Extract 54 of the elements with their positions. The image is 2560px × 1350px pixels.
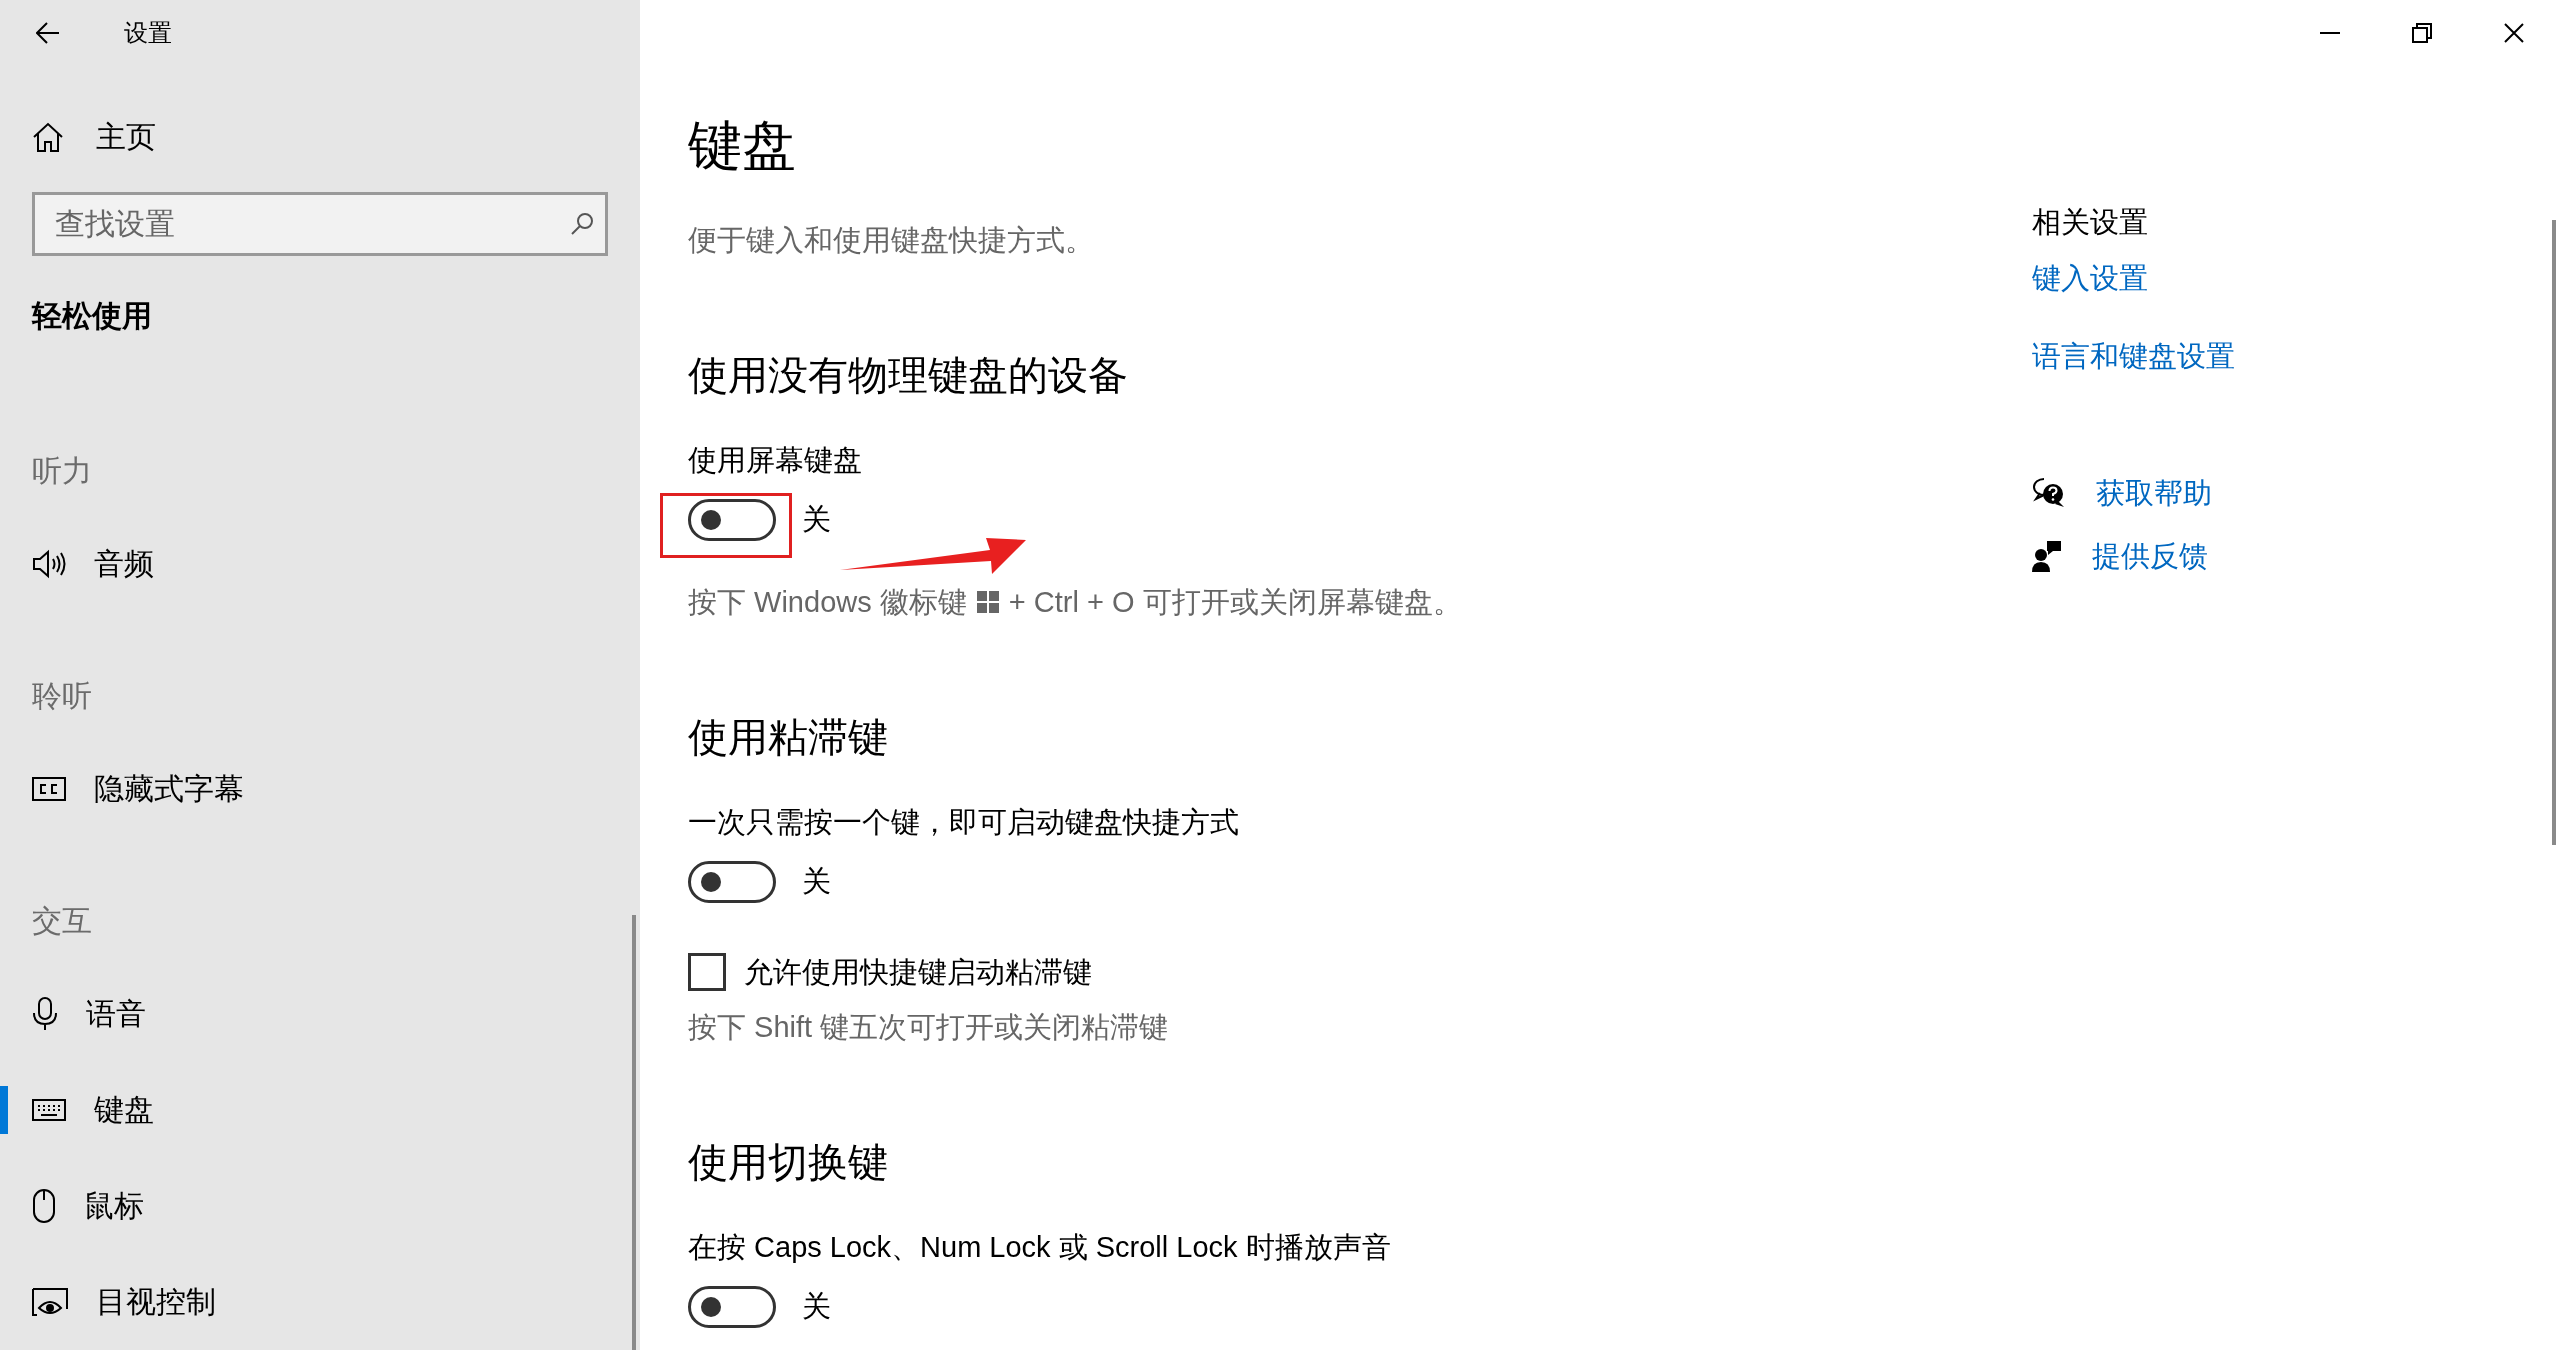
- toggle-switch[interactable]: [688, 1286, 776, 1328]
- setting-label: 使用屏幕键盘: [688, 443, 862, 478]
- settings-link[interactable]: 语言和键盘设置: [2032, 336, 2235, 376]
- restore-icon: [2412, 22, 2432, 43]
- search-field[interactable]: 查找设置: [32, 192, 608, 256]
- nav-item[interactable]: 音频: [0, 516, 632, 612]
- page-description: 便于键入和使用键盘快捷方式。: [688, 223, 1094, 258]
- settings-link[interactable]: 键入设置: [2032, 258, 2148, 298]
- nav-item[interactable]: 目视控制: [0, 1254, 632, 1350]
- hint-text: + Ctrl + O 可打开或关闭屏幕键盘。: [1008, 585, 1462, 620]
- checkbox[interactable]: [688, 953, 726, 991]
- support-link[interactable]: 获取帮助: [2096, 473, 2212, 513]
- windows-logo-icon: [976, 591, 999, 613]
- home-nav-item[interactable]: 主页: [0, 105, 640, 169]
- home-icon: [32, 122, 64, 152]
- toggle-switch[interactable]: [688, 499, 776, 541]
- keyboard-icon: [32, 1099, 66, 1121]
- scrollbar[interactable]: [632, 915, 636, 1350]
- hint-text: 按下 Shift 键五次可打开或关闭粘滞键: [688, 1010, 1169, 1045]
- setting-label: 在按 Caps Lock、Num Lock 或 Scroll Lock 时播放声音: [688, 1230, 1391, 1265]
- category-heading: 轻松使用: [32, 298, 152, 334]
- close-icon: [2504, 22, 2524, 43]
- checkbox-label: 允许使用快捷键启动粘滞键: [744, 955, 1092, 990]
- support-link[interactable]: 提供反馈: [2092, 536, 2208, 576]
- group-heading: 交互: [32, 902, 92, 939]
- back-arrow-icon: [36, 21, 60, 44]
- window-title: 设置: [124, 17, 172, 48]
- speaker-icon: [32, 549, 66, 579]
- nav-item[interactable]: 隐藏式字幕: [0, 741, 632, 837]
- section-heading: 使用粘滞键: [688, 714, 888, 761]
- search-icon: [570, 212, 594, 236]
- group-heading: 听力: [32, 452, 92, 489]
- nav-item[interactable]: 语音: [0, 966, 632, 1062]
- eye-icon: [32, 1288, 68, 1316]
- mouse-icon: [32, 1189, 56, 1223]
- section-heading: 使用切换键: [688, 1139, 888, 1186]
- related-heading: 相关设置: [2032, 205, 2148, 240]
- scrollbar[interactable]: [2552, 220, 2556, 845]
- toggle-state: 关: [802, 502, 831, 537]
- help-icon: [2032, 477, 2066, 509]
- group-heading: 聆听: [32, 677, 92, 714]
- minimize-icon: [2320, 31, 2340, 34]
- nav-item[interactable]: 键盘: [0, 1062, 632, 1158]
- captions-icon: [32, 777, 66, 801]
- feedback-icon: [2032, 540, 2062, 572]
- setting-label: 一次只需按一个键，即可启动键盘快捷方式: [688, 805, 1239, 840]
- page-title: 键盘: [688, 114, 796, 177]
- hint-text: 按下 Windows 徽标键: [688, 585, 967, 620]
- section-heading: 使用没有物理键盘的设备: [688, 352, 1128, 399]
- microphone-icon: [32, 997, 58, 1031]
- toggle-switch[interactable]: [688, 861, 776, 903]
- nav-item[interactable]: 鼠标: [0, 1158, 632, 1254]
- toggle-state: 关: [802, 1289, 831, 1324]
- toggle-state: 关: [802, 864, 831, 899]
